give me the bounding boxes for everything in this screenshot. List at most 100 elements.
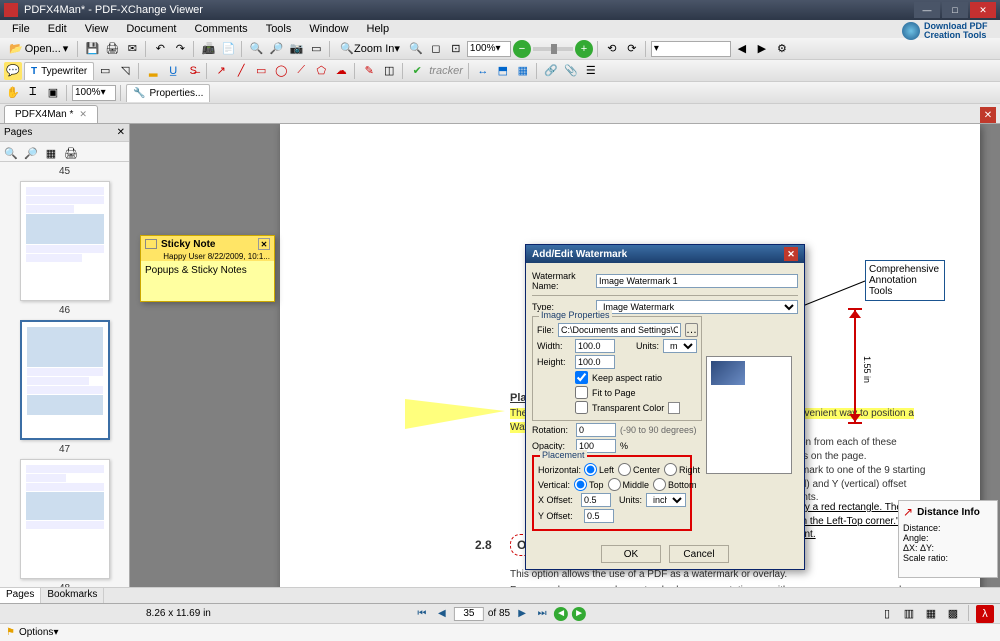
thumb-zoomin[interactable]: 🔍 — [2, 144, 20, 162]
input-wmname[interactable] — [596, 274, 798, 288]
download-badge[interactable]: Download PDF Creation Tools — [902, 22, 994, 40]
search-opts-button[interactable]: ⚙ — [773, 40, 791, 58]
oval-tool[interactable]: ◯ — [272, 62, 290, 80]
radio-middle[interactable] — [608, 478, 621, 491]
layout-contfacing[interactable]: ▩ — [944, 605, 962, 623]
nav-prev[interactable]: ◀ — [434, 606, 450, 622]
chk-transp[interactable] — [575, 401, 588, 414]
radio-top[interactable] — [574, 478, 587, 491]
redo-button[interactable]: ↷ — [171, 40, 189, 58]
open-button[interactable]: 📂Open... ▾ — [4, 40, 73, 58]
ocr-button[interactable]: 📄 — [219, 40, 237, 58]
ok-button[interactable]: OK — [601, 545, 661, 563]
menu-file[interactable]: File — [4, 21, 38, 37]
find-button[interactable]: 🔍 — [247, 40, 265, 58]
dialog-close-button[interactable]: ✕ — [784, 247, 798, 261]
document-tab-close[interactable]: ✕ — [79, 109, 87, 120]
highlight-tool[interactable]: ▂ — [144, 62, 162, 80]
select-units-sz[interactable]: mm — [663, 339, 697, 353]
zoomout-icon[interactable]: 🔍 — [407, 40, 425, 58]
rect-tool[interactable]: ▭ — [252, 62, 270, 80]
save-button[interactable]: 💾 — [83, 40, 101, 58]
input-xoff[interactable] — [581, 493, 611, 507]
input-width[interactable] — [575, 339, 615, 353]
pages-panel-close[interactable]: ✕ — [117, 127, 125, 138]
menu-help[interactable]: Help — [359, 21, 398, 37]
radio-bottom[interactable] — [653, 478, 666, 491]
measure-perim-tool[interactable]: ⬒ — [494, 62, 512, 80]
nav-last[interactable]: ⏭ — [534, 606, 550, 622]
maximize-button[interactable]: □ — [942, 2, 968, 18]
search-field[interactable]: ▾ — [651, 41, 731, 57]
attach-tool[interactable]: 📎 — [562, 62, 580, 80]
distance-info-panel[interactable]: ↗ Distance Info Distance: Angle: ΔX: ΔY:… — [898, 500, 998, 578]
thumbnails[interactable]: 45 46 47 48 — [0, 162, 129, 587]
underline-tool[interactable]: U̲ — [164, 62, 182, 80]
page-input[interactable] — [454, 607, 484, 621]
zoom-plus-button[interactable]: + — [575, 40, 593, 58]
minimize-button[interactable]: — — [914, 2, 940, 18]
select-units-off[interactable]: inches — [646, 493, 686, 507]
document-canvas[interactable]: Type directly on PDF files with the type… — [130, 124, 1000, 587]
stickynote-tool[interactable]: 💬 — [4, 62, 22, 80]
sticky-body[interactable]: Popups & Sticky Notes — [141, 261, 274, 301]
search-button[interactable]: 🔎 — [267, 40, 285, 58]
zoom-slider[interactable] — [533, 47, 573, 51]
layout-single[interactable]: ▯ — [878, 605, 896, 623]
zoom-minus-button[interactable]: − — [513, 40, 531, 58]
cancel-button[interactable]: Cancel — [669, 545, 729, 563]
nav-fwd[interactable]: ► — [572, 607, 586, 621]
zoomin-button[interactable]: 🔍 Zoom In ▾ — [335, 40, 405, 58]
polyline-tool[interactable]: ⟋ — [292, 62, 310, 80]
menu-view[interactable]: View — [77, 21, 117, 37]
thumb-zoomout[interactable]: 🔎 — [22, 144, 40, 162]
thumb-opts[interactable]: ▦ — [42, 144, 60, 162]
thumbnail-46[interactable] — [20, 320, 110, 440]
email-button[interactable]: ✉ — [123, 40, 141, 58]
rotate-ccw-button[interactable]: ⟲ — [603, 40, 621, 58]
radio-right[interactable] — [664, 463, 677, 476]
zoom-combo[interactable]: 100% ▾ — [467, 41, 511, 57]
actualsize-icon[interactable]: ◻ — [427, 40, 445, 58]
typewriter-tool[interactable]: TTypewriter — [24, 62, 94, 80]
chk-aspect[interactable] — [575, 371, 588, 384]
input-rotation[interactable] — [576, 423, 616, 437]
link-tool[interactable]: 🔗 — [542, 62, 560, 80]
properties-button[interactable]: 🔧Properties... — [126, 84, 210, 102]
options-button[interactable]: Options — [19, 627, 53, 638]
scan-button[interactable]: 📠 — [199, 40, 217, 58]
menu-edit[interactable]: Edit — [40, 21, 75, 37]
input-height[interactable] — [575, 355, 615, 369]
measure-dist-tool[interactable]: ↔ — [474, 62, 492, 80]
rotate-cw-button[interactable]: ⟳ — [623, 40, 641, 58]
search-next-button[interactable]: ▶ — [753, 40, 771, 58]
pdf-icon[interactable]: λ — [976, 605, 994, 623]
color-swatch[interactable] — [668, 402, 680, 414]
close-button[interactable]: ✕ — [970, 2, 996, 18]
undo-button[interactable]: ↶ — [151, 40, 169, 58]
nav-next[interactable]: ▶ — [514, 606, 530, 622]
document-tab[interactable]: PDFX4Man * ✕ — [4, 105, 98, 123]
thumbnail-45[interactable] — [20, 181, 110, 301]
fitpage-icon[interactable]: ⊡ — [447, 40, 465, 58]
stamp-tool[interactable]: ✔ — [408, 62, 426, 80]
callout-tool[interactable]: ◹ — [116, 62, 134, 80]
nav-first[interactable]: ⏮ — [414, 606, 430, 622]
layout-facing[interactable]: ▦ — [922, 605, 940, 623]
dialog-titlebar[interactable]: Add/Edit Watermark ✕ — [526, 245, 804, 263]
show-comments-button[interactable]: ☰ — [582, 62, 600, 80]
strikeout-tool[interactable]: S̶ — [184, 62, 202, 80]
search-prev-button[interactable]: ◀ — [733, 40, 751, 58]
tab-bookmarks[interactable]: Bookmarks — [41, 588, 104, 603]
zoom-combo-2[interactable]: 100% ▾ — [72, 85, 116, 101]
sticky-note-popup[interactable]: Sticky Note ✕ Happy User 8/22/2009, 10:1… — [140, 235, 275, 302]
input-yoff[interactable] — [584, 509, 614, 523]
polygon-tool[interactable]: ⬠ — [312, 62, 330, 80]
nav-back[interactable]: ◄ — [554, 607, 568, 621]
radio-center[interactable] — [618, 463, 631, 476]
select-type[interactable]: Image Watermark — [596, 300, 798, 314]
snapshot-button[interactable]: 📷 — [287, 40, 305, 58]
line-tool[interactable]: ╱ — [232, 62, 250, 80]
arrow-tool[interactable]: ↗ — [212, 62, 230, 80]
radio-left[interactable] — [584, 463, 597, 476]
